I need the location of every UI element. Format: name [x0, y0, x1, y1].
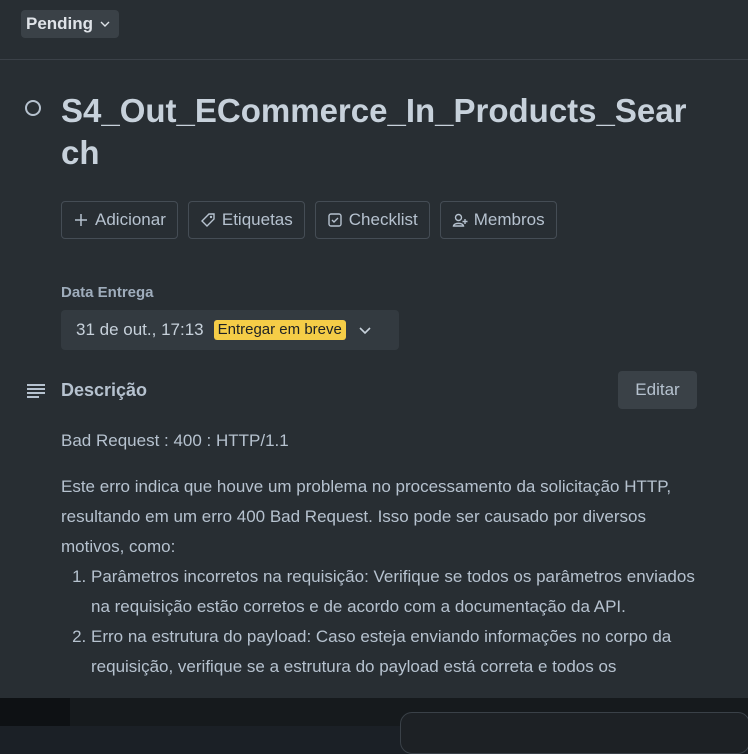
add-button-label: Adicionar — [95, 210, 166, 229]
checklist-button[interactable]: Checklist — [314, 201, 430, 239]
card-detail-panel: Pending S4_Out_ECommerce_In_Products_Sea… — [0, 0, 748, 698]
due-date-button[interactable]: 31 de out., 17:13 Entregar em breve — [61, 310, 399, 350]
description-paragraph: Este erro indica que houve um problema n… — [61, 477, 672, 556]
members-button[interactable]: Membros — [439, 201, 557, 239]
add-member-icon — [452, 213, 468, 227]
description-heading: Descrição — [61, 380, 148, 400]
checklist-button-label: Checklist — [348, 210, 418, 229]
plus-icon — [75, 214, 87, 226]
checklist-icon — [328, 213, 342, 227]
description-list: Parâmetros incorretos na requisição: Ver… — [61, 562, 711, 682]
due-status-badge: Entregar em breve — [213, 320, 346, 340]
description-icon — [27, 384, 45, 398]
card-title[interactable]: S4_Out_ECommerce_In_Products_Search — [61, 90, 701, 174]
status-label: Pending — [26, 14, 94, 33]
complete-toggle-icon[interactable] — [25, 100, 41, 116]
description-line: Bad Request : 400 : HTTP/1.1 — [61, 431, 289, 450]
labels-button-label: Etiquetas — [221, 210, 293, 229]
due-date-label: Data Entrega — [61, 284, 154, 301]
add-button[interactable]: Adicionar — [61, 201, 178, 239]
description-body[interactable]: Bad Request : 400 : HTTP/1.1 Este erro i… — [61, 426, 711, 682]
status-dropdown[interactable]: Pending — [21, 10, 120, 38]
background-panel — [0, 698, 70, 726]
members-button-label: Membros — [473, 210, 545, 229]
due-date-value: 31 de out., 17:13 — [76, 320, 204, 339]
chevron-down-icon — [100, 21, 110, 27]
list-item: Parâmetros incorretos na requisição: Ver… — [91, 562, 711, 622]
card-actions: Adicionar Etiquetas Checklist Membros — [61, 201, 557, 239]
chevron-down-icon — [359, 327, 371, 335]
list-item: Erro na estrutura do payload: Caso estej… — [91, 622, 711, 682]
tag-icon — [200, 213, 215, 227]
background-card — [400, 712, 748, 754]
edit-description-button[interactable]: Editar — [618, 371, 697, 409]
labels-button[interactable]: Etiquetas — [187, 201, 305, 239]
background-board — [0, 698, 748, 754]
status-header: Pending — [0, 0, 748, 60]
